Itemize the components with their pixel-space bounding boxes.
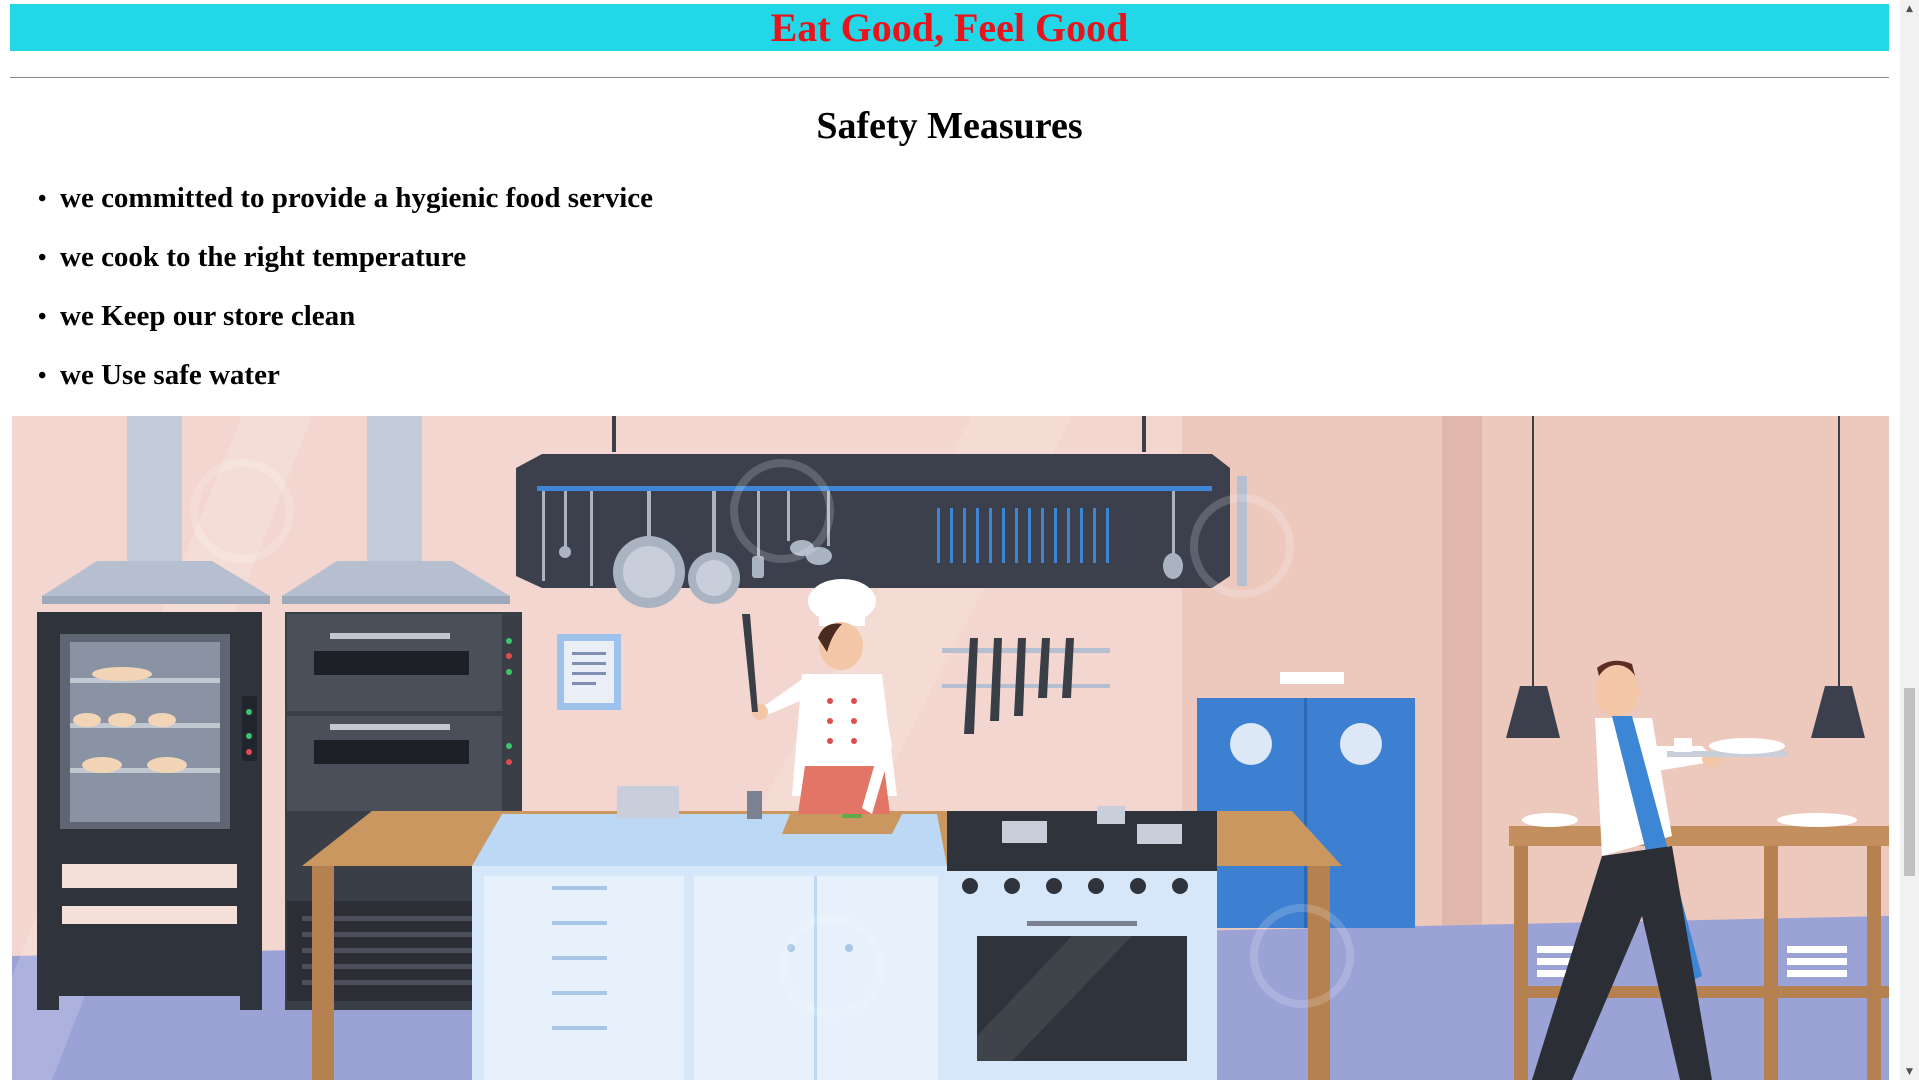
wall-pillar	[1442, 416, 1482, 976]
page: Eat Good, Feel Good Safety Measures • we …	[0, 0, 1900, 1080]
header-banner: Eat Good, Feel Good	[10, 4, 1889, 51]
vertical-scrollbar[interactable]: ▲ ▼	[1900, 0, 1919, 1080]
scroll-down-icon[interactable]: ▼	[1900, 1063, 1919, 1080]
list-item: • we Use safe water	[38, 351, 653, 410]
notice-frame	[557, 634, 621, 710]
list-item-label: we cook to the right temperature	[60, 241, 467, 273]
horizontal-divider	[10, 77, 1889, 78]
kitchen-illustration	[12, 416, 1889, 1080]
bullet-icon: •	[38, 186, 47, 212]
bullet-icon: •	[38, 304, 47, 330]
safety-measures-list: • we committed to provide a hygienic food…	[38, 174, 654, 410]
bullet-icon: •	[38, 363, 47, 389]
section-title: Safety Measures	[816, 105, 1083, 147]
list-item: • we cook to the right temperature	[38, 233, 653, 292]
list-item: • we Keep our store clean	[38, 292, 653, 351]
kitchen-doors	[1197, 672, 1415, 928]
scrollbar-thumb[interactable]	[1904, 688, 1915, 876]
list-item-label: we Use safe water	[60, 359, 280, 391]
scroll-up-icon[interactable]: ▲	[1900, 0, 1919, 17]
bullet-icon: •	[38, 245, 47, 271]
list-item-label: we Keep our store clean	[60, 300, 356, 332]
kitchen-illustration-svg	[12, 416, 1889, 1080]
list-item-label: we committed to provide a hygienic food …	[60, 182, 654, 214]
oven-cabinet	[37, 612, 262, 1010]
list-item: • we committed to provide a hygienic food…	[38, 174, 654, 233]
site-title: Eat Good, Feel Good	[770, 5, 1129, 50]
